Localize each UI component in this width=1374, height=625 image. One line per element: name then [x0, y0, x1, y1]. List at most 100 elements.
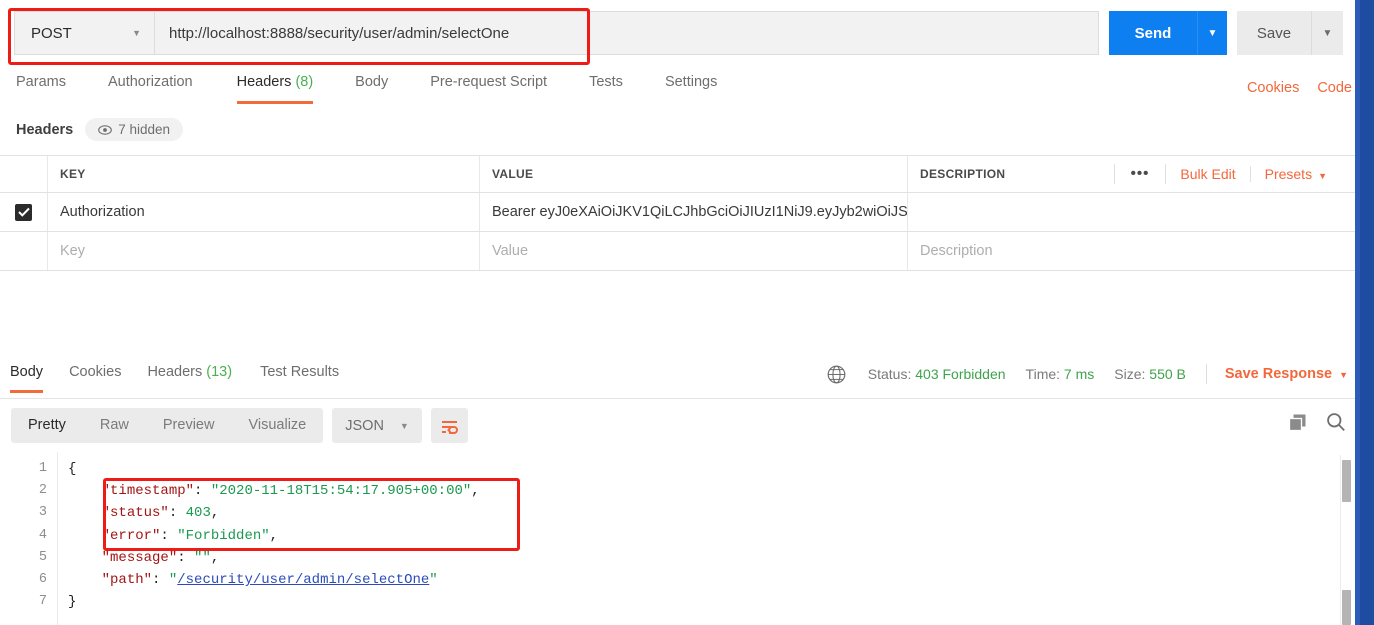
view-mode-preview[interactable]: Preview [146, 408, 232, 443]
more-options-icon[interactable]: ••• [1113, 164, 1167, 184]
http-method-dropdown[interactable]: POST ▼ [14, 11, 154, 55]
code-line: "path": "/security/user/admin/selectOne" [68, 569, 1355, 591]
response-tab-bar: Body Cookies Headers (13) Test Results [10, 362, 339, 393]
tab-label: Pre-request Script [430, 74, 548, 90]
header-enabled-checkbox[interactable] [15, 203, 32, 221]
copy-icon[interactable] [1288, 413, 1307, 432]
headers-table: KEY VALUE DESCRIPTION ••• Bulk Edit Pres… [0, 155, 1355, 271]
request-right-links: Cookies Code [1247, 80, 1352, 96]
response-json-code[interactable]: { "timestamp": "2020-11-18T15:54:17.905+… [58, 452, 1355, 625]
request-tab-tests[interactable]: Tests [589, 72, 623, 104]
request-tab-params[interactable]: Params [16, 72, 66, 104]
view-mode-visualize[interactable]: Visualize [231, 408, 323, 443]
token-key: "timestamp" [101, 483, 195, 500]
request-tab-body[interactable]: Body [355, 72, 388, 104]
link-code[interactable]: Code [1317, 80, 1352, 96]
tab-label: Test Results [260, 364, 340, 380]
tab-label: Settings [664, 74, 718, 90]
header-key-cell[interactable]: Authorization [48, 193, 480, 231]
line-number: 4 [38, 527, 47, 543]
save-button[interactable]: Save [1237, 11, 1311, 55]
request-tab-authorization[interactable]: Authorization [108, 72, 193, 104]
link-cookies[interactable]: Cookies [1247, 80, 1299, 96]
code-line: { [68, 458, 1355, 480]
right-edge-blue-strip [1355, 0, 1374, 625]
code-line: } [68, 591, 1355, 613]
response-tab-headers[interactable]: Headers (13) [147, 362, 232, 393]
divider [1205, 364, 1207, 384]
headers-section-title: Headers [16, 121, 74, 138]
presets-button[interactable]: Presets ▼ [1251, 166, 1329, 182]
line-number: 1 [38, 461, 47, 476]
send-options-caret[interactable]: ▼ [1197, 11, 1227, 55]
tab-label: Headers [236, 74, 292, 90]
code-line: "error": "Forbidden", [68, 525, 1355, 547]
response-language-label: JSON [345, 417, 384, 434]
globe-icon[interactable] [827, 365, 846, 384]
response-body-viewer[interactable]: 1 2 3 4 5 6 7 { "timestamp": "2020-11-18T15:54… [0, 452, 1355, 625]
response-vertical-scrollbar[interactable] [1340, 455, 1352, 625]
headers-table-header-row: KEY VALUE DESCRIPTION ••• Bulk Edit Pres… [0, 156, 1355, 193]
new-header-value-input[interactable]: Value [480, 232, 908, 270]
time-value: 7 ms [1063, 366, 1095, 382]
tab-label: Headers [147, 364, 203, 380]
chevron-down-icon: ▼ [132, 28, 141, 38]
tab-label: Tests [589, 74, 623, 90]
tab-label: Body [10, 364, 44, 380]
headers-table-body: Authorization Bearer eyJ0eXAiOiJKV1QiLCJh… [0, 193, 1355, 271]
response-language-dropdown[interactable]: JSON ▼ [332, 408, 422, 443]
word-wrap-icon[interactable] [430, 408, 468, 443]
code-line: "timestamp": "2020-11-18T15:54:17.905+00… [68, 480, 1355, 502]
view-mode-pretty[interactable]: Pretty [11, 408, 83, 443]
column-header-description: DESCRIPTION ••• Bulk Edit Presets ▼ [908, 156, 1355, 192]
hidden-headers-toggle[interactable]: 7 hidden [85, 118, 184, 141]
chevron-down-icon: ▼ [1339, 370, 1348, 380]
tab-label: Authorization [107, 74, 193, 90]
line-number: 5 [38, 549, 47, 565]
header-value-cell[interactable]: Bearer eyJ0eXAiOiJKV1QiLCJhbGciOiJIUzI1N… [480, 193, 908, 231]
request-tab-settings[interactable]: Settings [665, 72, 717, 104]
response-view-toolbar: Pretty Raw Preview Visualize JSON ▼ [11, 408, 468, 443]
search-icon[interactable] [1326, 412, 1346, 432]
save-options-caret[interactable]: ▼ [1311, 11, 1343, 55]
token-link[interactable]: /security/user/admin/selectOne [177, 572, 429, 588]
size-value: 550 B [1149, 366, 1186, 382]
view-mode-raw[interactable]: Raw [83, 408, 146, 443]
response-tab-cookies[interactable]: Cookies [69, 362, 121, 393]
token-key: "status" [101, 505, 169, 522]
tab-count: (13) [202, 364, 233, 380]
status-field: Status: 403 Forbidden [867, 366, 1006, 382]
hidden-headers-count: 7 hidden [118, 122, 171, 137]
token-key: "message" [101, 549, 178, 566]
token-pun: : [177, 549, 195, 566]
line-number: 6 [38, 572, 47, 588]
token-pun: : [160, 527, 178, 544]
token-key: "path" [101, 572, 153, 589]
request-tab-pre-request-script[interactable]: Pre-request Script [430, 72, 547, 104]
headers-table-actions: ••• Bulk Edit Presets ▼ [1113, 164, 1343, 184]
tab-count: (8) [291, 74, 314, 90]
request-url-bar: POST ▼ Send ▼ Save ▼ [0, 0, 1355, 66]
size-field: Size: 550 B [1114, 366, 1186, 382]
new-header-description-input[interactable]: Description [908, 232, 1355, 270]
token-str: " [168, 572, 178, 589]
token-pun: , [269, 527, 279, 544]
scrollbar-thumb-bottom[interactable] [1342, 590, 1351, 625]
response-tab-test-results[interactable]: Test Results [260, 362, 339, 393]
token-str: "2020-11-18T15:54:17.905+00:00" [210, 483, 472, 500]
token-pun: , [471, 483, 480, 500]
response-tab-body[interactable]: Body [10, 362, 44, 393]
token-num: 403 [185, 505, 211, 522]
save-response-button[interactable]: Save Response ▼ [1225, 366, 1348, 382]
token-key: "error" [101, 527, 161, 544]
new-header-key-input[interactable]: Key [48, 232, 480, 270]
row-checkbox-cell [0, 232, 48, 270]
scrollbar-thumb-top[interactable] [1342, 460, 1351, 502]
bulk-edit-button[interactable]: Bulk Edit [1166, 166, 1251, 182]
header-description-cell[interactable] [908, 193, 1355, 231]
request-tab-headers[interactable]: Headers (8) [236, 72, 314, 104]
token-pun: : [152, 572, 169, 589]
line-number: 7 [38, 594, 47, 610]
send-button[interactable]: Send [1109, 11, 1197, 55]
request-url-input[interactable] [154, 11, 1099, 55]
